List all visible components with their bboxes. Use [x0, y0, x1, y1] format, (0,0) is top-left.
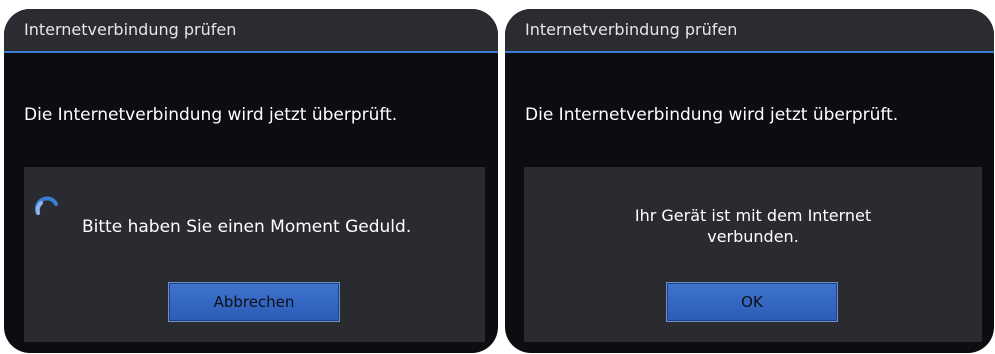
dialog-titlebar: Internetverbindung prüfen	[4, 9, 498, 53]
dialog-message: Die Internetverbindung wird jetzt überpr…	[525, 105, 899, 125]
dialog-message: Die Internetverbindung wird jetzt überpr…	[24, 105, 398, 125]
dialog-title: Internetverbindung prüfen	[525, 20, 738, 39]
connection-status-message: Ihr Gerät ist mit dem Internet verbunden…	[524, 205, 982, 247]
wait-message: Bitte haben Sie einen Moment Geduld.	[82, 217, 412, 237]
dialog-checking: Internetverbindung prüfen Die Internetve…	[4, 9, 498, 353]
dialog-connected: Internetverbindung prüfen Die Internetve…	[505, 9, 994, 353]
status-panel: Bitte haben Sie einen Moment Geduld. Abb…	[24, 167, 485, 342]
dialog-title: Internetverbindung prüfen	[24, 20, 237, 39]
ok-button[interactable]: OK	[666, 282, 838, 322]
status-line-1: Ihr Gerät ist mit dem Internet	[634, 206, 872, 225]
loading-spinner-icon	[34, 196, 58, 215]
dialog-titlebar: Internetverbindung prüfen	[505, 9, 994, 53]
status-line-2: verbunden.	[707, 227, 799, 246]
cancel-button[interactable]: Abbrechen	[168, 282, 340, 322]
status-panel: Ihr Gerät ist mit dem Internet verbunden…	[524, 167, 982, 342]
